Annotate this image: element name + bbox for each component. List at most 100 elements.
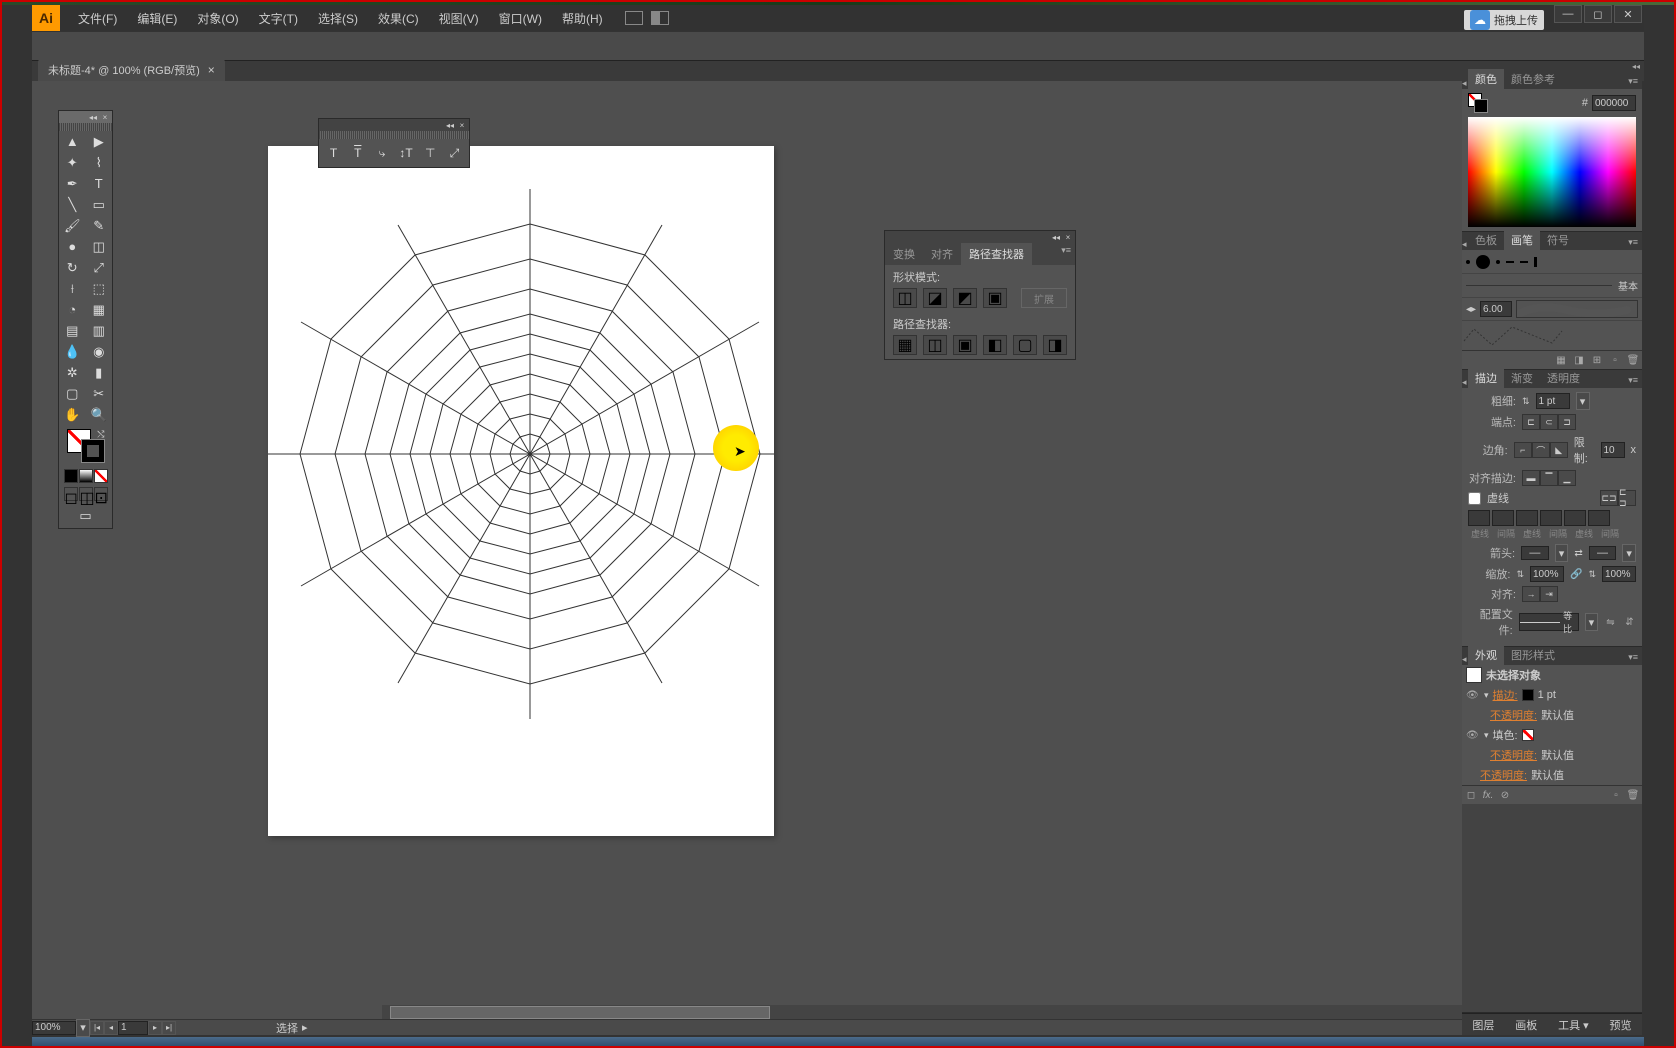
tools-grip[interactable] [59,123,112,131]
last-artboard-icon[interactable]: ▸| [162,1021,176,1035]
color-tab[interactable]: 颜色 [1468,69,1504,89]
eraser-tool[interactable]: ◫ [86,236,113,257]
flip-across-icon[interactable]: ⇵ [1623,615,1636,629]
brush-size-input[interactable] [1480,301,1512,317]
tools-close-icon[interactable]: × [100,113,110,121]
weight-input[interactable] [1536,393,1570,409]
appear-dup-icon[interactable]: ▫ [1609,788,1623,802]
disclosure-icon2[interactable]: ▾ [1484,730,1489,741]
mesh-tool[interactable]: ▤ [59,320,86,341]
graph-tool[interactable]: ▮ [86,362,113,383]
gradient-tool[interactable]: ▥ [86,320,113,341]
appear-no-icon[interactable]: ◻ [1464,788,1478,802]
graphic-styles-tab[interactable]: 图形样式 [1504,645,1562,665]
touch-type-icon[interactable]: ⤢ [443,142,466,164]
menu-select[interactable]: 选择(S) [308,5,368,31]
align-tab[interactable]: 对齐 [923,243,961,265]
appear-fx-icon[interactable]: fx. [1481,788,1495,802]
symbols-tab[interactable]: 符号 [1540,230,1576,250]
gap2[interactable] [1540,510,1562,526]
draw-inside-icon[interactable]: ⊡ [94,487,108,501]
pf-collapse-icon[interactable]: ◂◂ [1051,233,1061,241]
gap3[interactable] [1588,510,1610,526]
divide-icon[interactable]: ▦ [893,335,917,355]
transform-tab[interactable]: 变换 [885,243,923,265]
hex-input[interactable] [1592,95,1636,111]
brushes-tab[interactable]: 画笔 [1504,230,1540,250]
char-collapse-icon[interactable]: ◂◂ [445,121,455,129]
align-inside-icon[interactable]: ▔ [1540,470,1558,486]
brush-options-icon[interactable]: ⊞ [1590,353,1604,367]
basic-brush-row[interactable]: 基本 [1462,274,1642,298]
hand-tool[interactable]: ✋ [59,404,86,425]
dash3[interactable] [1564,510,1586,526]
arrow-align-end-icon[interactable]: ⇥ [1540,586,1558,602]
appear-fill-swatch[interactable] [1522,729,1534,741]
dash1[interactable] [1468,510,1490,526]
cap-projecting-icon[interactable]: ⊐ [1558,414,1576,430]
draw-behind-icon[interactable]: ◫ [79,487,93,501]
type-path-icon[interactable]: ⤷ [370,142,393,164]
canvas-area[interactable]: ➤ [32,81,1480,1020]
cap-butt-icon[interactable]: ⊏ [1522,414,1540,430]
miter-limit-input[interactable] [1601,442,1625,458]
close-button[interactable]: ✕ [1614,5,1642,23]
eye-icon2[interactable]: 👁 [1466,730,1480,741]
minimize-button[interactable]: — [1554,5,1582,23]
dashed-checkbox[interactable] [1468,492,1481,505]
line-tool[interactable]: ╲ [59,194,86,215]
minus-front-icon[interactable]: ◪ [923,288,947,308]
stroke-flyout-icon[interactable]: ▾≡ [1624,373,1642,388]
merge-icon[interactable]: ▣ [953,335,977,355]
appear-delete-icon[interactable]: 🗑 [1626,788,1640,802]
trim-icon[interactable]: ◫ [923,335,947,355]
horizontal-scrollbar[interactable] [382,1005,1465,1020]
tools-collapse-icon[interactable]: ◂◂ [88,113,98,121]
brush-size-toggle-icon[interactable]: ◂▸ [1466,304,1476,315]
blend-tool[interactable]: ◉ [86,341,113,362]
fill-stroke-indicator[interactable]: ⤭ [67,429,105,463]
dash-preserve-icon[interactable]: ⊏⊐ [1600,490,1618,506]
cap-round-icon[interactable]: ⊂ [1540,414,1558,430]
appear-opacity3-link[interactable]: 不透明度: [1480,767,1527,783]
slice-tool[interactable]: ✂ [86,383,113,404]
area-type-icon[interactable]: ↕T [395,142,418,164]
appear-clear-icon[interactable]: ⊘ [1498,788,1512,802]
tab-close-icon[interactable]: × [208,63,215,77]
char-close-icon[interactable]: × [457,121,467,129]
weight-dd[interactable]: ▾ [1576,392,1590,410]
vertical-area-type-icon[interactable]: ⊤ [419,142,442,164]
screen-mode-icon[interactable]: ▭ [72,505,99,526]
artboard-tool[interactable]: ▢ [59,383,86,404]
stroke-profile-dd[interactable]: ▾ [1585,613,1598,631]
layers-tab[interactable]: 图层 [1464,1015,1502,1035]
menu-type[interactable]: 文字(T) [249,5,308,31]
stroke-indicator[interactable] [81,439,105,463]
join-miter-icon[interactable]: ⌐ [1514,442,1532,458]
free-transform-tool[interactable]: ⬚ [86,278,113,299]
arrow-end[interactable]: — [1589,546,1617,560]
swatches-tab[interactable]: 色板 [1468,230,1504,250]
draw-normal-icon[interactable]: ◻ [64,487,78,501]
none-mode-icon[interactable] [94,469,108,483]
swap-fill-stroke-icon[interactable]: ⤭ [97,429,104,440]
arrow-start[interactable]: — [1521,546,1549,560]
artboard[interactable] [268,146,774,836]
appearance-tab[interactable]: 外观 [1468,645,1504,665]
lasso-tool[interactable]: ⌇ [86,152,113,173]
artboard-num-input[interactable] [118,1021,148,1035]
maximize-button[interactable]: ◻ [1584,5,1612,23]
status-dd-icon[interactable]: ▸ [302,1021,308,1034]
vertical-type-icon[interactable]: T [346,142,369,164]
arrow-scale2[interactable] [1602,566,1636,582]
swap-arrows-icon[interactable]: ⇄ [1574,548,1582,559]
arrow-scale1[interactable] [1530,566,1564,582]
preview-tab[interactable]: 预览 [1602,1015,1640,1035]
eyedropper-tool[interactable]: 💧 [59,341,86,362]
transparency-tab[interactable]: 透明度 [1540,368,1587,388]
paintbrush-tool[interactable]: 🖌 [59,215,86,236]
disclosure-icon[interactable]: ▾ [1484,690,1489,701]
flip-along-icon[interactable]: ⇋ [1604,615,1617,629]
menu-window[interactable]: 窗口(W) [489,5,552,31]
gradient-mode-icon[interactable] [79,469,93,483]
